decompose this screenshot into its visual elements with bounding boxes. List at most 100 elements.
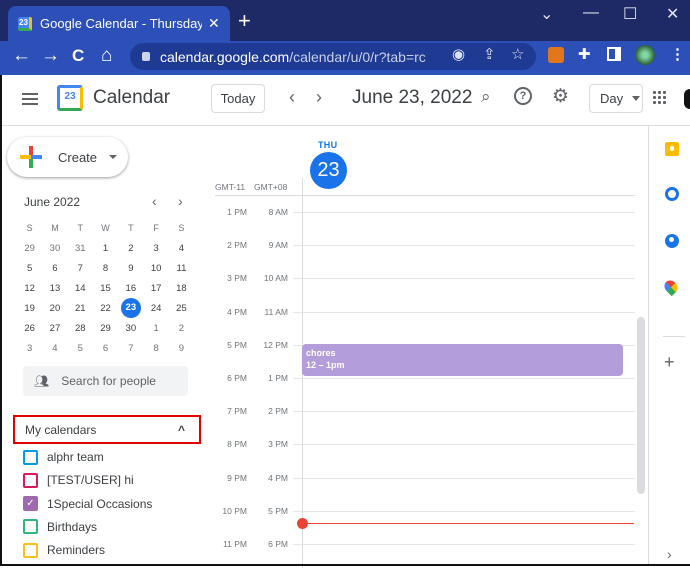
calendar-item[interactable]: Reminders [23,541,105,559]
mini-calendar-day[interactable]: 31 [68,243,93,254]
mini-calendar-day[interactable]: 1 [93,243,118,254]
mini-calendar-day[interactable]: 8 [93,263,118,274]
lock-icon[interactable] [142,52,150,61]
main-menu-icon[interactable] [22,93,38,105]
mini-calendar-day[interactable]: 27 [42,323,67,334]
calendar-checkbox[interactable] [23,449,38,465]
close-window-button[interactable]: ✕ [666,4,679,24]
help-icon[interactable]: ? [514,87,532,105]
mini-calendar-day[interactable]: 25 [169,303,194,314]
keep-icon[interactable] [665,142,679,156]
calendar-checkbox[interactable] [23,519,38,535]
account-avatar[interactable] [684,89,690,109]
profile-avatar[interactable] [635,45,655,65]
browser-menu-icon[interactable]: ⋮ [670,45,685,63]
next-period-button[interactable]: › [316,87,322,108]
forward-button[interactable]: → [41,45,60,67]
extensions-puzzle-icon[interactable]: ✚ [578,45,591,63]
chevron-up-icon[interactable]: ^ [178,423,185,437]
mini-calendar-prev[interactable]: ‹ [152,193,157,209]
previous-period-button[interactable]: ‹ [289,87,295,108]
day-number[interactable]: 23 [310,152,347,189]
mini-calendar-day[interactable]: 18 [169,283,194,294]
mini-calendar-day[interactable]: 3 [17,343,42,354]
mini-calendar-day[interactable]: 29 [17,243,42,254]
maps-icon[interactable] [661,277,681,297]
tab-search-dropdown-icon[interactable]: ⌄ [540,4,553,24]
mini-calendar-day[interactable]: 23 [118,298,143,318]
mini-calendar-day[interactable]: 6 [93,343,118,354]
calendar-checkbox[interactable] [23,472,38,488]
address-bar[interactable]: calendar.google.com/calendar/u/0/r?tab=r… [130,43,536,70]
mini-calendar-day[interactable]: 15 [93,283,118,294]
google-apps-icon[interactable] [653,91,667,105]
mini-calendar-day[interactable]: 2 [118,243,143,254]
mini-calendar-day[interactable]: 11 [169,263,194,274]
mini-calendar-day[interactable]: 3 [143,243,168,254]
mini-calendar-day[interactable]: 19 [17,303,42,314]
mini-calendar-day[interactable]: 16 [118,283,143,294]
calendar-item[interactable]: ✓ 1Special Occasions [23,495,152,513]
calendar-item[interactable]: [TEST/USER] hi [23,471,134,489]
app-title[interactable]: Calendar [93,87,170,109]
url-text[interactable]: calendar.google.com/calendar/u/0/r?tab=r… [160,49,426,65]
mini-calendar-day[interactable]: 1 [143,323,168,334]
search-icon[interactable]: ⌕ [481,87,491,107]
search-people-input[interactable]: 👥︎ Search for people [23,366,188,396]
mini-calendar-day[interactable]: 30 [118,323,143,334]
add-addon-icon[interactable]: + [664,352,675,373]
mini-calendar-day[interactable]: 14 [68,283,93,294]
mini-calendar-day[interactable]: 5 [17,263,42,274]
mini-calendar-day[interactable]: 29 [93,323,118,334]
back-button[interactable]: ← [12,45,31,67]
minimize-button[interactable]: — [583,4,599,22]
calendar-checkbox[interactable] [23,542,38,558]
reload-button[interactable]: C [72,45,84,67]
mini-calendar-day[interactable]: 7 [68,263,93,274]
mini-calendar-day[interactable]: 9 [118,263,143,274]
mini-calendar-day[interactable]: 28 [68,323,93,334]
sidepanel-icon[interactable] [607,47,621,61]
contacts-icon[interactable] [665,234,679,248]
mini-calendar-day[interactable]: 20 [42,303,67,314]
mini-calendar-day[interactable]: 4 [42,343,67,354]
mini-calendar-day[interactable]: 30 [42,243,67,254]
mini-calendar-day[interactable]: 7 [118,343,143,354]
mini-calendar-day[interactable]: 4 [169,243,194,254]
my-calendars-header[interactable]: My calendars ^ [13,415,201,444]
mini-calendar-day[interactable]: 13 [42,283,67,294]
create-button[interactable]: Create [7,137,128,177]
eye-icon[interactable]: ◉ [452,45,465,63]
share-icon[interactable]: ⇪ [483,45,496,63]
mini-calendar-day[interactable]: 22 [93,303,118,314]
tasks-icon[interactable] [665,187,679,201]
maximize-button[interactable]: ☐ [623,4,637,24]
mini-calendar-day[interactable]: 26 [17,323,42,334]
browser-tab[interactable]: 23 Google Calendar - Thursday, June ✕ [8,6,230,41]
mini-calendar-day[interactable]: 9 [169,343,194,354]
mini-calendar-day[interactable]: 24 [143,303,168,314]
mini-calendar-day[interactable]: 12 [17,283,42,294]
tab-close-icon[interactable]: ✕ [208,15,220,32]
event-chores[interactable]: chores 12 – 1pm [302,344,623,376]
view-switcher-button[interactable]: Day [589,84,643,113]
mini-calendar-day[interactable]: 21 [68,303,93,314]
mini-calendar-day[interactable]: 17 [143,283,168,294]
mini-calendar-next[interactable]: › [178,193,183,209]
settings-gear-icon[interactable]: ⚙ [552,85,569,108]
metamask-icon[interactable] [548,47,564,63]
mini-calendar-day[interactable]: 5 [68,343,93,354]
star-icon[interactable]: ☆ [511,45,524,63]
calendar-checkbox[interactable]: ✓ [23,496,38,512]
home-button[interactable]: ⌂ [101,45,112,67]
calendar-item[interactable]: Birthdays [23,518,97,536]
mini-calendar-day[interactable]: 8 [143,343,168,354]
calendar-item[interactable]: alphr team [23,448,104,466]
mini-calendar-day[interactable]: 2 [169,323,194,334]
new-tab-button[interactable]: + [238,8,251,34]
today-button[interactable]: Today [211,84,265,113]
calendar-logo[interactable]: 23 [57,85,83,111]
scrollbar[interactable] [637,317,645,494]
mini-calendar-day[interactable]: 6 [42,263,67,274]
mini-calendar-day[interactable]: 10 [143,263,168,274]
